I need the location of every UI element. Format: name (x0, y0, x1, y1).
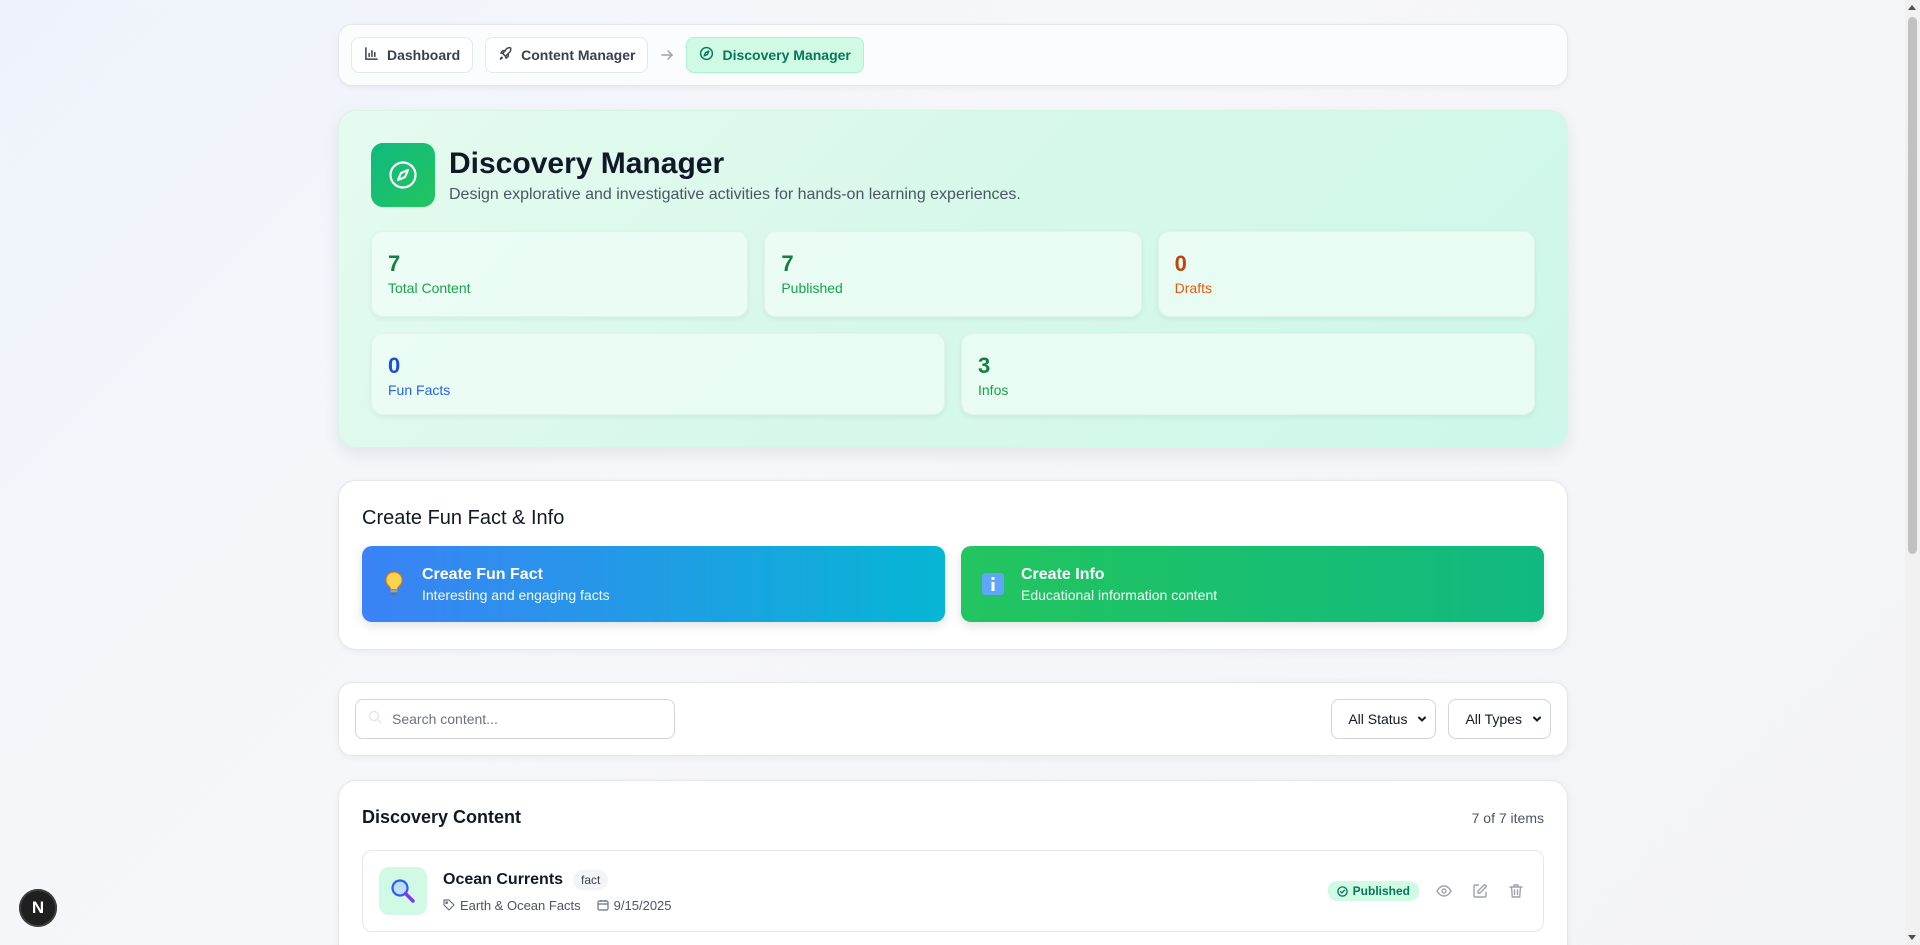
search-icon (368, 710, 382, 729)
filter-selects: All Status All Types (1331, 699, 1551, 739)
create-info-button[interactable]: Create Info Educational information cont… (961, 546, 1544, 622)
page-title: Discovery Manager (449, 147, 725, 180)
hero-panel: Discovery Manager Design explorative and… (338, 110, 1568, 448)
create-buttons: Create Fun Fact Interesting and engaging… (362, 546, 1544, 622)
item-date: 9/15/2025 (597, 898, 672, 913)
breadcrumb-label: Content Manager (521, 47, 636, 63)
arrow-right-icon (660, 48, 674, 62)
item-type-tag: fact (573, 869, 609, 890)
page-subtitle: Design explorative and investigative act… (449, 186, 1021, 203)
list-item[interactable]: Ocean Currents fact Earth & Ocean Facts … (362, 850, 1544, 932)
scroll-down-arrow-icon[interactable] (1908, 935, 1916, 940)
stat-value: 0 (388, 353, 401, 378)
create-info-subtitle: Educational information content (1021, 586, 1218, 603)
item-actions: Published (1327, 880, 1527, 902)
search-box (355, 699, 675, 739)
type-select[interactable]: All Types (1448, 699, 1551, 739)
view-icon[interactable] (1433, 880, 1455, 902)
stat-value: 0 (1174, 251, 1187, 276)
item-category: Earth & Ocean Facts (443, 898, 581, 913)
stat-total-content: 7 Total Content (371, 231, 749, 317)
magnifier-icon (379, 867, 427, 915)
trash-icon[interactable] (1505, 880, 1527, 902)
stat-value: 3 (978, 353, 991, 378)
calendar-icon (597, 900, 609, 911)
item-date-label: 9/15/2025 (613, 897, 672, 913)
content-list: Discovery Content 7 of 7 items Ocean Cur… (338, 780, 1568, 945)
create-section: Create Fun Fact & Info Create Fun Fact I… (338, 480, 1568, 650)
lightbulb-icon (382, 569, 406, 599)
item-title: Ocean Currents (443, 870, 564, 888)
edit-icon[interactable] (1469, 880, 1491, 902)
info-icon (981, 569, 1005, 599)
stats-row-primary: 7 Total Content 7 Published 0 Drafts (371, 231, 1535, 317)
content-list-header: Discovery Content 7 of 7 items (362, 807, 1544, 828)
scroll-thumb[interactable] (1908, 17, 1917, 554)
breadcrumb-dashboard[interactable]: Dashboard (351, 37, 474, 73)
chevron-down-icon (1532, 711, 1542, 727)
create-info-title: Create Info (1021, 565, 1105, 583)
create-fun-fact-button[interactable]: Create Fun Fact Interesting and engaging… (362, 546, 945, 622)
stat-value: 7 (781, 251, 794, 276)
create-fun-fact-subtitle: Interesting and engaging facts (422, 586, 610, 603)
chevron-down-icon (1417, 711, 1427, 727)
stats-row-secondary: 0 Fun Facts 3 Infos (371, 333, 1535, 415)
main-container: Dashboard Content Manager Discovery Mana… (338, 24, 1568, 945)
tag-icon (443, 899, 455, 911)
item-category-label: Earth & Ocean Facts (460, 897, 581, 913)
chart-bar-icon (364, 46, 379, 64)
filter-bar: All Status All Types (338, 682, 1568, 756)
stat-published: 7 Published (764, 231, 1142, 317)
status-badge: Published (1327, 881, 1419, 901)
status-select[interactable]: All Status (1331, 699, 1437, 739)
breadcrumb-label: Dashboard (387, 47, 461, 63)
content-count: 7 of 7 items (1471, 809, 1544, 826)
type-select-value: All Types (1465, 711, 1522, 727)
search-input[interactable] (392, 711, 662, 727)
breadcrumb-content-manager[interactable]: Content Manager (485, 37, 649, 73)
rocket-icon (498, 46, 513, 64)
stat-label: Fun Facts (388, 382, 451, 398)
stat-infos: 3 Infos (961, 333, 1535, 415)
stat-label: Published (781, 280, 843, 296)
compass-icon (371, 143, 435, 207)
scroll-up-arrow-icon[interactable] (1908, 5, 1916, 10)
check-circle-icon (1336, 885, 1348, 897)
stat-label: Infos (978, 382, 1009, 398)
breadcrumb: Dashboard Content Manager Discovery Mana… (338, 24, 1568, 86)
stat-drafts: 0 Drafts (1157, 231, 1535, 317)
stat-label: Drafts (1174, 280, 1212, 296)
scrollbar[interactable] (1905, 0, 1920, 945)
create-section-title: Create Fun Fact & Info (362, 507, 565, 529)
create-fun-fact-title: Create Fun Fact (422, 565, 543, 583)
stat-fun-facts: 0 Fun Facts (371, 333, 945, 415)
breadcrumb-label: Discovery Manager (722, 47, 851, 63)
status-select-value: All Status (1348, 711, 1408, 727)
stat-label: Total Content (388, 280, 471, 296)
hero-header: Discovery Manager Design explorative and… (371, 143, 1535, 207)
compass-icon (699, 46, 714, 64)
content-list-title: Discovery Content (362, 807, 522, 827)
status-badge-label: Published (1352, 884, 1410, 898)
breadcrumb-discovery-manager[interactable]: Discovery Manager (686, 37, 864, 73)
stat-value: 7 (388, 251, 401, 276)
nextjs-dev-badge[interactable]: N (19, 889, 57, 927)
